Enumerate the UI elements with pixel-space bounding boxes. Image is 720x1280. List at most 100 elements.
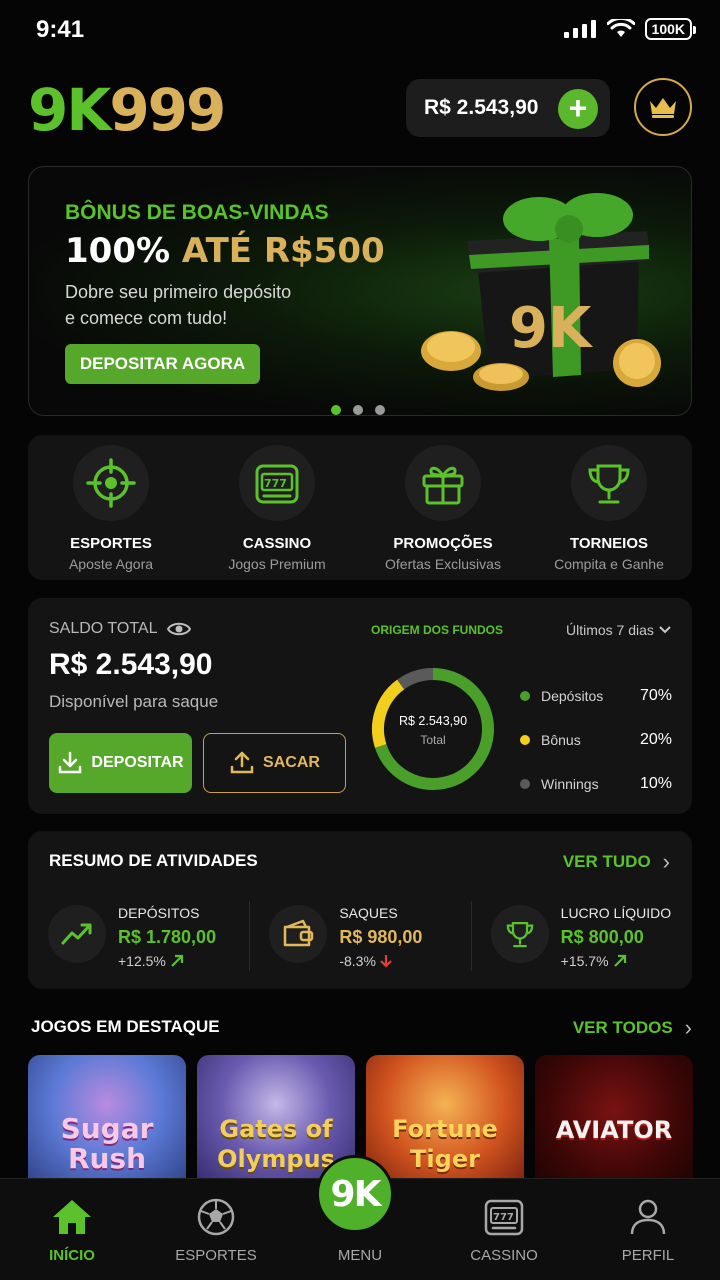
- activity-value: R$ 1.780,00: [118, 927, 217, 947]
- nav-profile[interactable]: PERFIL: [576, 1179, 720, 1280]
- legend-pct: 10%: [639, 775, 672, 792]
- gift-box-illustration: 9K: [421, 193, 661, 391]
- header-balance: R$ 2.543,90: [424, 96, 539, 119]
- banner-title-percent: 100%: [65, 231, 171, 271]
- download-icon: [59, 751, 82, 774]
- promo-banner[interactable]: BÔNUS DE BOAS-VINDAS 100% ATÉ R$500 Dobr…: [28, 166, 692, 416]
- wallet-label-row: SALDO TOTAL: [49, 620, 192, 638]
- svg-text:777: 777: [264, 477, 287, 490]
- wifi-icon: [606, 19, 635, 37]
- deposit-now-button[interactable]: DEPOSITAR AGORA: [65, 344, 260, 384]
- activity-label: SAQUES: [339, 905, 398, 921]
- game-title: AVIATOR: [556, 1115, 672, 1145]
- banner-title-amount: ATÉ R$500: [181, 231, 385, 271]
- activity-delta-row: -8.3%: [339, 953, 392, 969]
- home-icon: [53, 1200, 91, 1234]
- upload-icon: [230, 751, 254, 774]
- nav-casino[interactable]: 777 CASSINO: [432, 1179, 576, 1280]
- deposit-button-label: DEPOSITAR: [91, 754, 184, 771]
- logo[interactable]: 9K999: [28, 76, 226, 144]
- donut-segment-1: [372, 679, 405, 748]
- legend-dot: [520, 735, 530, 745]
- add-funds-button[interactable]: +: [558, 89, 598, 129]
- game-card-sugar-rush[interactable]: Sugar Rush: [28, 1055, 186, 1195]
- carousel-dot-1[interactable]: [331, 405, 341, 415]
- category-label: CASSINO: [242, 535, 312, 552]
- gift-icon: [405, 445, 481, 521]
- logo-999: 999: [109, 76, 226, 144]
- withdraw-button[interactable]: SACAR: [203, 733, 346, 793]
- gift-9k-label: 9K: [509, 296, 594, 361]
- wallet-card: SALDO TOTAL R$ 2.543,90 Disponível para …: [28, 598, 692, 814]
- activity-withdrawals[interactable]: SAQUES R$ 980,00 -8.3%: [249, 899, 470, 971]
- game-title: Gates of Olympus: [217, 1114, 335, 1174]
- nav-label: INÍCIO: [49, 1247, 95, 1264]
- banner-eyebrow: BÔNUS DE BOAS-VINDAS: [65, 201, 329, 224]
- activity-label: DEPÓSITOS: [118, 905, 200, 921]
- banner-subtitle-line1: Dobre seu primeiro depósito: [65, 282, 292, 302]
- wallet-available: Disponível para saque: [49, 692, 219, 711]
- category-cassino[interactable]: 777 CASSINO Jogos Premium: [194, 435, 360, 580]
- legend-winnings: Winnings 10%: [520, 762, 672, 806]
- nav-label: CASSINO: [470, 1247, 538, 1264]
- vip-button[interactable]: [634, 78, 692, 136]
- svg-text:777: 777: [493, 1212, 514, 1223]
- featured-games-title: JOGOS EM DESTAQUE: [31, 1017, 220, 1036]
- see-all-games-link[interactable]: VER TODOS ›: [573, 1015, 692, 1041]
- activity-profit[interactable]: LUCRO LÍQUIDO R$ 800,00 +15.7%: [470, 899, 692, 971]
- game-title: Fortune Tiger: [392, 1114, 498, 1174]
- funds-origin-title: ORIGEM DOS FUNDOS: [371, 623, 504, 637]
- activity-delta: +15.7%: [560, 953, 609, 969]
- chevron-down-icon: [659, 626, 671, 634]
- activity-summary: RESUMO DE ATIVIDADES VER TUDO › DEPÓSITO…: [28, 831, 692, 989]
- activity-deposits[interactable]: DEPÓSITOS R$ 1.780,00 +12.5%: [28, 899, 249, 971]
- activity-items: DEPÓSITOS R$ 1.780,00 +12.5% SAQUES R$ 9…: [28, 899, 692, 971]
- arrow-up-right-icon: [171, 954, 183, 967]
- eye-icon[interactable]: [167, 621, 192, 637]
- wallet-amount: R$ 2.543,90: [49, 648, 213, 681]
- game-card-aviator[interactable]: AVIATOR: [535, 1055, 693, 1195]
- activity-label: LUCRO LÍQUIDO: [560, 905, 672, 921]
- deposit-button[interactable]: DEPOSITAR: [49, 733, 192, 793]
- nav-label: PERFIL: [621, 1247, 675, 1264]
- category-shortcuts: ESPORTES Aposte Agora 777 CASSINO Jogos …: [28, 435, 692, 580]
- chevron-right-icon: ›: [662, 849, 670, 874]
- app-header: 9K999 R$ 2.543,90 +: [0, 70, 720, 150]
- chevron-right-icon: ›: [684, 1015, 692, 1040]
- legend-bonus: Bônus 20%: [520, 718, 672, 762]
- see-all-games-label: VER TODOS: [572, 1018, 673, 1037]
- game-card-fortune-tiger[interactable]: Fortune Tiger: [366, 1055, 524, 1195]
- category-torneios[interactable]: TORNEIOS Compita e Ganhe: [526, 435, 692, 580]
- activity-value: R$ 980,00: [339, 927, 423, 947]
- activity-delta-row: +12.5%: [118, 953, 184, 969]
- game-title-line2: Rush: [67, 1142, 147, 1175]
- user-icon: [630, 1199, 666, 1235]
- trend-up-icon: [48, 905, 106, 963]
- trophy-icon: [571, 445, 647, 521]
- arrow-up-right-icon: [613, 954, 626, 967]
- trophy-icon: [490, 905, 549, 963]
- logo-9k: 9K: [28, 76, 111, 144]
- period-select[interactable]: Últimos 7 dias: [566, 622, 672, 638]
- wallet-icon: [269, 905, 328, 963]
- category-label: TORNEIOS: [569, 535, 649, 552]
- carousel-dot-3[interactable]: [375, 405, 385, 415]
- funds-legend: Depósitos 70% Bônus 20% Winnings 10%: [520, 674, 672, 806]
- category-esportes[interactable]: ESPORTES Aposte Agora: [28, 435, 194, 580]
- balance-pill[interactable]: R$ 2.543,90 +: [406, 79, 610, 137]
- status-icons: 100K: [563, 18, 697, 40]
- nav-sports[interactable]: ESPORTES: [144, 1179, 288, 1280]
- carousel-dot-2[interactable]: [353, 405, 363, 415]
- nav-home[interactable]: INÍCIO: [0, 1179, 144, 1280]
- legend-pct: 70%: [639, 687, 672, 704]
- see-all-activity-link[interactable]: VER TUDO ›: [563, 849, 670, 875]
- activity-delta: +12.5%: [118, 953, 166, 969]
- center-menu-button[interactable]: 9K: [316, 1155, 394, 1233]
- period-select-value: Últimos 7 dias: [566, 622, 654, 638]
- activity-delta: -8.3%: [339, 953, 376, 969]
- category-subtitle: Aposte Agora: [68, 556, 154, 572]
- category-promocoes[interactable]: PROMOÇÕES Ofertas Exclusivas: [360, 435, 526, 580]
- legend-depositos: Depósitos 70%: [520, 674, 672, 718]
- banner-title: 100% ATÉ R$500: [65, 231, 385, 271]
- legend-name: Bônus: [541, 732, 581, 748]
